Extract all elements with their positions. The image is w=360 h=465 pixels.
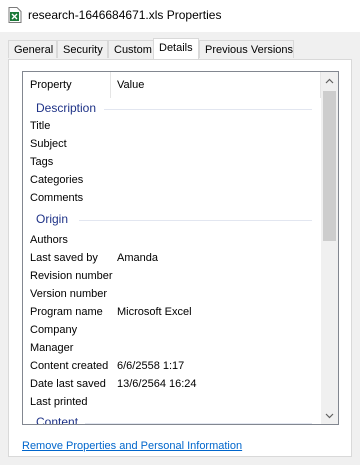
list-item[interactable]: Last printed	[23, 394, 321, 412]
list-item[interactable]: Subject	[23, 136, 321, 154]
tab-security[interactable]: Security	[57, 40, 108, 58]
group-label: Description	[36, 101, 97, 115]
list-item[interactable]: Company	[23, 322, 321, 340]
property-value: Microsoft Excel	[117, 306, 192, 318]
property-name: Date last saved	[30, 378, 106, 390]
property-name: Company	[30, 324, 78, 336]
property-value: 13/6/2564 16:24	[117, 378, 197, 390]
group-content[interactable]: Content	[23, 414, 321, 425]
group-description[interactable]: Description	[23, 100, 321, 118]
tab-previous-versions[interactable]: Previous Versions	[199, 40, 294, 58]
property-name: Comments	[30, 192, 84, 204]
scrollbar-thumb[interactable]	[323, 91, 336, 241]
remove-properties-link[interactable]: Remove Properties and Personal Informati…	[22, 440, 242, 452]
list-item[interactable]: Program name Microsoft Excel	[23, 304, 321, 322]
chevron-up-icon	[325, 78, 334, 83]
chevron-down-icon	[325, 413, 334, 418]
list-item[interactable]: Title	[23, 118, 321, 136]
list-item[interactable]: Tags	[23, 154, 321, 172]
property-name: Title	[30, 120, 51, 132]
scroll-down-button[interactable]	[321, 407, 338, 424]
list-item[interactable]: Categories	[23, 172, 321, 190]
property-name: Last printed	[30, 396, 88, 408]
excel-file-icon	[8, 7, 22, 23]
tab-general[interactable]: General	[8, 40, 57, 58]
property-name: Revision number	[30, 270, 113, 282]
list-item[interactable]: Content created 6/6/2558 1:17	[23, 358, 321, 376]
group-label: Content	[36, 415, 79, 425]
property-name: Content created	[30, 360, 109, 372]
properties-list[interactable]: Property Value Description Title Subject…	[22, 71, 339, 425]
list-item[interactable]: Revision number	[23, 268, 321, 286]
window-title: research-1646684671.xls Properties	[28, 8, 222, 22]
list-item[interactable]: Date last saved 13/6/2564 16:24	[23, 376, 321, 394]
group-origin[interactable]: Origin	[23, 211, 321, 229]
list-item[interactable]: Authors	[23, 232, 321, 250]
group-divider	[79, 220, 312, 221]
column-header-property[interactable]: Property	[30, 79, 72, 91]
scroll-up-button[interactable]	[321, 72, 338, 89]
details-panel: Property Value Description Title Subject…	[8, 59, 352, 457]
title-bar: research-1646684671.xls Properties	[0, 0, 360, 32]
group-divider	[85, 423, 312, 424]
property-name: Subject	[30, 138, 67, 150]
tab-custom[interactable]: Custom	[108, 40, 154, 58]
tab-details[interactable]: Details	[153, 38, 199, 59]
property-name: Tags	[30, 156, 54, 168]
tab-strip: General Security Custom Details Previous…	[8, 38, 352, 60]
property-name: Program name	[30, 306, 103, 318]
property-value: Amanda	[117, 252, 158, 264]
list-header: Property Value	[23, 72, 321, 98]
property-name: Authors	[30, 234, 68, 246]
property-name: Manager	[30, 342, 74, 354]
list-item[interactable]: Last saved by Amanda	[23, 250, 321, 268]
group-label: Origin	[36, 212, 69, 226]
column-divider[interactable]	[110, 72, 111, 98]
column-header-value[interactable]: Value	[117, 79, 144, 91]
list-item[interactable]: Version number	[23, 286, 321, 304]
list-item[interactable]: Manager	[23, 340, 321, 358]
property-name: Categories	[30, 174, 84, 186]
property-name: Version number	[30, 288, 108, 300]
vertical-scrollbar[interactable]	[321, 72, 338, 424]
property-value: 6/6/2558 1:17	[117, 360, 185, 372]
group-divider	[104, 109, 312, 110]
list-item[interactable]: Comments	[23, 190, 321, 208]
property-name: Last saved by	[30, 252, 98, 264]
